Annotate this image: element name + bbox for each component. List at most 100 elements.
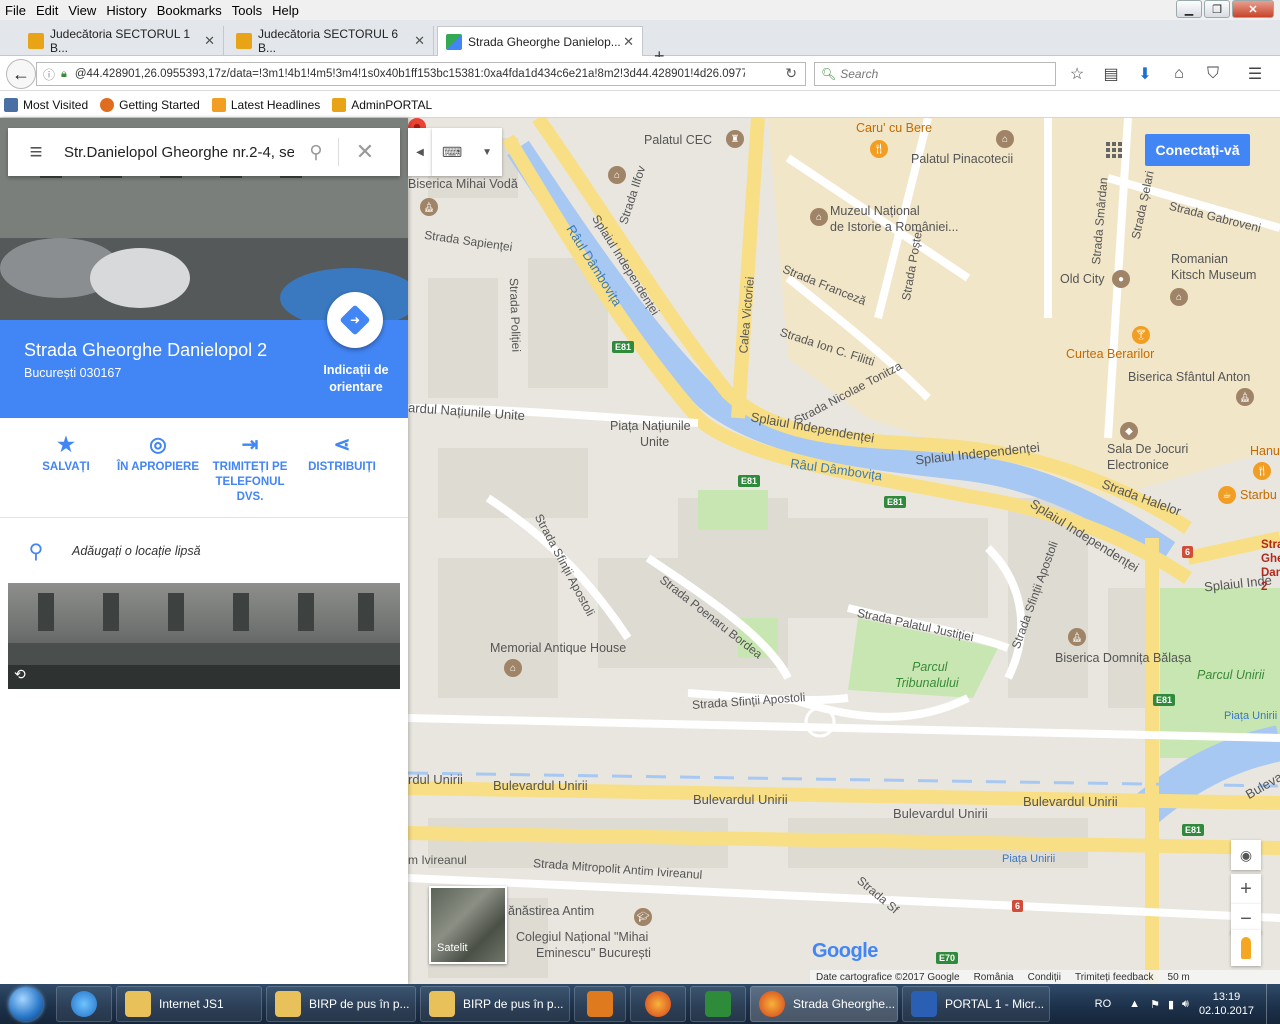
map-label[interactable]: de Istorie a României...: [830, 220, 959, 234]
map-label[interactable]: Piața Unirii: [1002, 853, 1055, 865]
map-label[interactable]: Biserica Sfântul Anton: [1128, 370, 1250, 384]
save-button[interactable]: ★ SALVAȚI: [20, 430, 112, 475]
museum-poi-icon[interactable]: ⌂: [1170, 288, 1188, 306]
bookmark-getting-started[interactable]: Getting Started: [100, 97, 200, 112]
add-missing-place[interactable]: ⚲ Adăugați o locație lipsă: [0, 536, 408, 566]
maps-search-box[interactable]: ≡ ⚲ ✕: [8, 128, 400, 176]
send-to-phone-button[interactable]: ⇥ TRIMITEȚI PE TELEFONUL DVS.: [204, 430, 296, 505]
map-label[interactable]: Parcul Unirii: [1197, 668, 1264, 682]
country-link[interactable]: România: [974, 972, 1014, 983]
clock[interactable]: 13:19 02.10.2017: [1199, 990, 1254, 1018]
firefox-taskbar-button[interactable]: [630, 986, 686, 1022]
home-icon[interactable]: ⌂: [1168, 64, 1190, 84]
menu-tools[interactable]: Tools: [227, 3, 267, 18]
map-label[interactable]: Piața Națiunile: [610, 419, 691, 433]
church-poi-icon[interactable]: ⛪︎: [420, 198, 438, 216]
map-label[interactable]: Electronice: [1107, 458, 1169, 472]
close-window-icon[interactable]: ✕: [1232, 0, 1274, 18]
cafe-poi-icon[interactable]: ☕︎: [1218, 486, 1236, 504]
map-label[interactable]: Old City: [1060, 272, 1104, 286]
hamburger-menu-icon[interactable]: ≡: [8, 139, 64, 165]
museum-poi-icon[interactable]: ⌂: [810, 208, 828, 226]
map-label[interactable]: Biserica Domnița Bălașa: [1055, 651, 1191, 665]
maps-search-input[interactable]: [64, 143, 294, 161]
church-poi-icon[interactable]: ⛪︎: [1068, 628, 1086, 646]
pocket-icon[interactable]: ⛉: [1202, 64, 1224, 84]
reading-list-icon[interactable]: ▤: [1100, 64, 1122, 84]
taskbar-item-birp-2[interactable]: BIRP de pus în p...: [420, 986, 570, 1022]
apps-grid-icon[interactable]: [1106, 142, 1122, 158]
maximize-icon[interactable]: ❐: [1204, 0, 1230, 18]
bookmark-latest-headlines[interactable]: Latest Headlines: [211, 97, 320, 112]
tab-close-icon[interactable]: ✕: [414, 33, 425, 49]
menu-file[interactable]: File: [0, 3, 31, 18]
church-poi-icon[interactable]: ⛪︎: [1236, 388, 1254, 406]
taskbar-item-firefox-maps[interactable]: Strada Gheorghe...: [750, 986, 898, 1022]
media-player-taskbar-button[interactable]: [574, 986, 626, 1022]
castle-poi-icon[interactable]: ♜: [726, 130, 744, 148]
my-location-button[interactable]: ◉: [1231, 840, 1261, 870]
close-icon[interactable]: ✕: [339, 139, 391, 165]
start-button[interactable]: [0, 984, 52, 1024]
map-label[interactable]: Colegiul Național "Mihai: [516, 930, 648, 944]
collapse-panel-button[interactable]: ◀: [408, 128, 432, 176]
directions-label[interactable]: Indicații de orientare: [314, 362, 398, 396]
tab-close-icon[interactable]: ✕: [623, 34, 634, 50]
input-tools-button[interactable]: ⌨ ▼: [432, 128, 502, 176]
map-label[interactable]: Hanu: [1250, 444, 1280, 458]
pin-label[interactable]: Strada Gheorghe Danielopol 2: [1261, 538, 1280, 594]
url-text[interactable]: @44.428901,26.0955393,17z/data=!3m1!4b1!…: [75, 68, 745, 80]
map-label[interactable]: Palatul Pinacotecii: [911, 152, 1013, 166]
zoom-in-button[interactable]: +: [1231, 874, 1261, 904]
scale-label[interactable]: 50 m: [1168, 972, 1190, 983]
bookmark-most-visited[interactable]: Most Visited: [4, 97, 88, 112]
map-label[interactable]: Sala De Jocuri: [1107, 442, 1188, 456]
minimize-icon[interactable]: ▁: [1176, 0, 1202, 18]
bar-poi-icon[interactable]: 🍸︎: [1132, 326, 1150, 344]
map-label[interactable]: Curtea Berarilor: [1066, 347, 1154, 361]
sign-in-button[interactable]: Conectați-vă: [1145, 134, 1250, 166]
download-icon[interactable]: ⬇: [1134, 64, 1156, 84]
map-label[interactable]: Muzeul Național: [830, 204, 920, 218]
map-label[interactable]: Kitsch Museum: [1171, 268, 1256, 282]
map-label[interactable]: Parcul: [912, 660, 947, 674]
map-label[interactable]: Romanian: [1171, 252, 1228, 266]
nearby-button[interactable]: ◎ ÎN APROPIERE: [112, 430, 204, 475]
search-icon[interactable]: ⚲: [294, 142, 338, 163]
map-canvas[interactable]: ♜ 🍴︎ ⌂ ⛪︎ ⌂ ⌂ ● ⌂ 🍸︎ ⛪︎ ◆ 🍴︎ ☕︎ ⛪︎ ⌂ 🎓︎ …: [408, 118, 1280, 984]
restaurant-poi-icon[interactable]: 🍴︎: [870, 140, 888, 158]
point-of-interest-icon[interactable]: ●: [1112, 270, 1130, 288]
arcade-poi-icon[interactable]: ◆: [1120, 422, 1138, 440]
browser-search-box[interactable]: 🔍︎ Search: [814, 62, 1056, 86]
tab-judecatoria-1[interactable]: Judecătoria SECTORUL 1 B... ✕: [20, 26, 224, 56]
share-button[interactable]: ⋖ DISTRIBUIȚI: [296, 430, 388, 475]
tab-google-maps[interactable]: Strada Gheorghe Danielop... ✕: [437, 26, 643, 56]
street-view-thumbnail[interactable]: ⟲: [8, 583, 400, 689]
map-label[interactable]: Piața Unirii: [1224, 710, 1277, 722]
taskbar-item-word-portal[interactable]: PORTAL 1 - Micr...: [902, 986, 1050, 1022]
pegman-icon[interactable]: [1231, 930, 1261, 966]
bookmark-star-icon[interactable]: ☆: [1066, 64, 1088, 84]
map-label[interactable]: Memorial Antique House: [490, 641, 626, 655]
museum-poi-icon[interactable]: ⌂: [504, 659, 522, 677]
menu-edit[interactable]: Edit: [31, 3, 63, 18]
tab-close-icon[interactable]: ✕: [204, 33, 215, 49]
action-center-icon[interactable]: ⚑: [1150, 998, 1160, 1011]
map-label[interactable]: ănăstirea Antim: [508, 904, 594, 918]
language-indicator[interactable]: RO: [1095, 998, 1112, 1010]
reload-icon[interactable]: ↻: [785, 65, 797, 82]
taskbar-item-birp-1[interactable]: BIRP de pus în p...: [266, 986, 416, 1022]
map-label[interactable]: Unite: [640, 435, 669, 449]
hamburger-menu-icon[interactable]: ☰: [1244, 64, 1266, 84]
url-bar[interactable]: ⓘ 🔒︎ @44.428901,26.0955393,17z/data=!3m1…: [36, 62, 806, 86]
menu-history[interactable]: History: [101, 3, 151, 18]
terms-link[interactable]: Condiții: [1028, 972, 1061, 983]
network-icon[interactable]: ▮: [1168, 998, 1174, 1011]
directions-button[interactable]: ➜: [327, 292, 383, 348]
back-button[interactable]: ←: [6, 59, 36, 89]
museum-poi-icon[interactable]: ⌂: [996, 130, 1014, 148]
info-icon[interactable]: ⓘ: [43, 66, 55, 83]
menu-bookmarks[interactable]: Bookmarks: [152, 3, 227, 18]
museum-poi-icon[interactable]: ⌂: [608, 166, 626, 184]
school-poi-icon[interactable]: 🎓︎: [634, 908, 652, 926]
